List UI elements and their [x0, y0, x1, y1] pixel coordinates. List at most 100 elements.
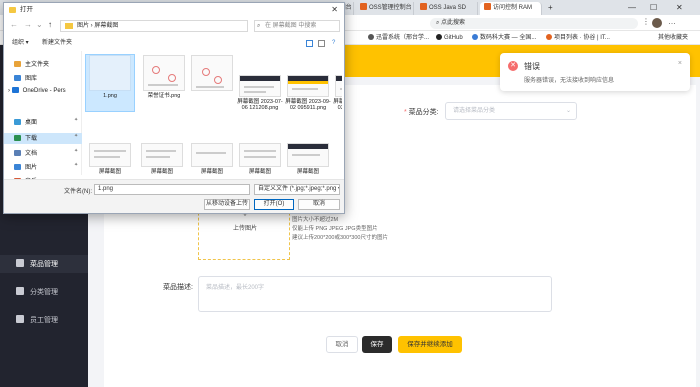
- close-icon[interactable]: ✕: [331, 3, 338, 17]
- forward-arrow-icon[interactable]: →: [24, 20, 32, 29]
- file-thumbnail: [143, 55, 185, 91]
- browser-tab-active[interactable]: 访问控制 RAM: [480, 2, 542, 15]
- new-folder-button[interactable]: 新建文件夹: [42, 37, 72, 50]
- view-mode-icon[interactable]: [306, 40, 313, 47]
- file-thumbnail: [287, 75, 329, 97]
- close-window-icon[interactable]: ✕: [676, 0, 683, 15]
- avatar[interactable]: [652, 18, 662, 28]
- dialog-cancel-button[interactable]: 取消: [298, 199, 340, 210]
- site-icon: [472, 34, 478, 40]
- bookmark-item[interactable]: 项目列表 · 协谷 | IT...: [546, 31, 610, 45]
- dialog-navbar: ← → ⌄ ↑ 图片 › 屏幕截图 ⌕ 在 屏幕截图 中搜索: [4, 17, 344, 35]
- menu-icon[interactable]: …: [668, 17, 676, 26]
- download-icon: [14, 135, 21, 141]
- upload-from-mobile-button[interactable]: 从移动设备上传: [204, 199, 250, 210]
- file-open-dialog: 打开 ✕ ← → ⌄ ↑ 图片 › 屏幕截图 ⌕ 在 屏幕截图 中搜索 组织 ▾ …: [3, 2, 345, 214]
- file-item[interactable]: 屏幕截图: [236, 143, 284, 175]
- grid-icon: [16, 287, 24, 295]
- pin-icon: ✦: [74, 117, 79, 123]
- breadcrumb[interactable]: 图片 › 屏幕截图: [60, 20, 248, 32]
- up-arrow-icon[interactable]: ↑: [48, 20, 52, 29]
- site-icon: [546, 34, 552, 40]
- nav-item-onedrive[interactable]: › OneDrive - Pers: [8, 87, 66, 94]
- category-label: * 菜品分类:: [404, 109, 439, 116]
- file-thumbnail: [287, 143, 329, 167]
- address-bar[interactable]: ⌕ 点此搜索: [430, 18, 638, 29]
- nav-item-documents[interactable]: 文档: [14, 148, 37, 157]
- preview-pane-icon[interactable]: [318, 40, 325, 47]
- nav-item-downloads[interactable]: 下载: [14, 133, 37, 142]
- cancel-button[interactable]: 取消: [326, 336, 358, 353]
- filename-label: 文件名(N):: [64, 189, 92, 195]
- nav-item-desktop[interactable]: 桌面: [14, 117, 37, 126]
- toast-title: 错误: [524, 62, 540, 71]
- file-thumbnail: [89, 143, 131, 167]
- minimize-icon[interactable]: —: [628, 0, 636, 15]
- nav-item-gallery[interactable]: 图库: [14, 73, 37, 82]
- globe-icon: [368, 34, 374, 40]
- bookmark-item[interactable]: GitHub: [436, 31, 463, 45]
- upload-label: 上传图片: [232, 226, 257, 232]
- file-item[interactable]: 屏幕截图: [188, 143, 236, 175]
- chevron-down-icon[interactable]: ⌄: [36, 20, 43, 29]
- error-toast: ✕ 错误 服务器错误，无法接收到响应信息 ×: [500, 53, 690, 91]
- file-thumbnail: [239, 75, 281, 97]
- file-thumbnail: [89, 55, 131, 91]
- file-item[interactable]: 荣誉证书.png: [140, 55, 188, 99]
- sidebar-item-employee[interactable]: 员工管理: [16, 315, 58, 325]
- folder-icon: [65, 23, 73, 29]
- category-select[interactable]: 请选择菜品分类 ⌄: [445, 102, 577, 120]
- file-thumbnail: [239, 143, 281, 167]
- other-bookmarks[interactable]: 其他收藏夹: [658, 31, 688, 45]
- description-label: 菜品描述:: [163, 284, 193, 291]
- tab-favicon-icon: [420, 3, 427, 10]
- save-and-continue-button[interactable]: 保存并继续添加: [398, 336, 462, 353]
- search-icon: ⌕: [257, 23, 261, 29]
- open-button[interactable]: 打开(O): [254, 199, 294, 210]
- dialog-titlebar: 打开 ✕: [4, 3, 344, 17]
- dialog-nav-pane: 主文件夹 图库 › OneDrive - Pers 桌面 ✦ 下载 ✦ 文档 ✦…: [4, 51, 82, 185]
- filetype-select[interactable]: 自定义文件 (*.jpg;*.jpeg;*.png ▾: [254, 184, 340, 195]
- dialog-command-bar: 组织 ▾ 新建文件夹 ?: [4, 37, 344, 50]
- bookmark-item[interactable]: 迅雷系统（邢台学...: [368, 31, 429, 45]
- pin-icon: ✦: [74, 162, 79, 168]
- browser-tab[interactable]: OSS管理控制台: [356, 2, 414, 15]
- pin-icon: ✦: [74, 148, 79, 154]
- nav-item-home[interactable]: 主文件夹: [14, 59, 49, 68]
- file-item[interactable]: 1.png: [85, 54, 135, 112]
- dialog-search-input[interactable]: ⌕ 在 屏幕截图 中搜索: [254, 20, 340, 32]
- file-item[interactable]: 屏幕截图 2023-09-02 095911.png: [284, 75, 332, 111]
- organize-button[interactable]: 组织 ▾: [12, 37, 29, 50]
- pin-icon: ✦: [74, 133, 79, 139]
- user-icon: [16, 315, 24, 323]
- file-item[interactable]: 屏幕截图: [284, 143, 332, 175]
- sidebar-item-category[interactable]: 分类管理: [16, 287, 58, 297]
- file-item[interactable]: 屏幕截图 2023-07-06 121208.png: [236, 75, 284, 111]
- back-arrow-icon[interactable]: ←: [10, 20, 18, 29]
- file-item[interactable]: [188, 55, 236, 93]
- file-item[interactable]: 屏幕截图: [138, 143, 186, 175]
- filename-input[interactable]: 1.png: [94, 184, 250, 195]
- picture-icon: [14, 164, 21, 170]
- home-icon: [14, 61, 21, 67]
- extensions-icon[interactable]: ⋮: [642, 17, 650, 26]
- file-item[interactable]: 屏幕截图 2023-09-03 171039.png: [332, 75, 342, 111]
- file-item[interactable]: 屏幕截图: [86, 143, 134, 175]
- dish-icon: [16, 259, 24, 267]
- nav-item-pictures[interactable]: 图片: [14, 162, 37, 171]
- bookmark-item[interactable]: 数码科大赛 — 全国...: [472, 31, 536, 45]
- new-tab-button[interactable]: +: [548, 0, 553, 15]
- maximize-icon[interactable]: ☐: [650, 0, 657, 15]
- file-thumbnail: [335, 75, 342, 97]
- file-grid: 1.png 荣誉证书.png 屏幕截图 2023-07-06 121208.pn…: [84, 51, 342, 177]
- upload-hint: 图片大小不超过2M: [292, 217, 339, 223]
- dialog-footer: 文件名(N): 1.png 自定义文件 (*.jpg;*.jpeg;*.png …: [4, 179, 344, 213]
- save-button[interactable]: 保存: [362, 336, 392, 353]
- help-icon[interactable]: ?: [332, 37, 335, 50]
- document-icon: [14, 150, 21, 156]
- close-icon[interactable]: ×: [678, 60, 682, 67]
- sidebar-item-dish[interactable]: 菜品管理: [16, 259, 58, 269]
- description-textarea[interactable]: 菜品描述，最长200字: [198, 276, 552, 312]
- browser-tab[interactable]: OSS Java SD: [416, 2, 478, 15]
- error-icon: ✕: [508, 61, 518, 71]
